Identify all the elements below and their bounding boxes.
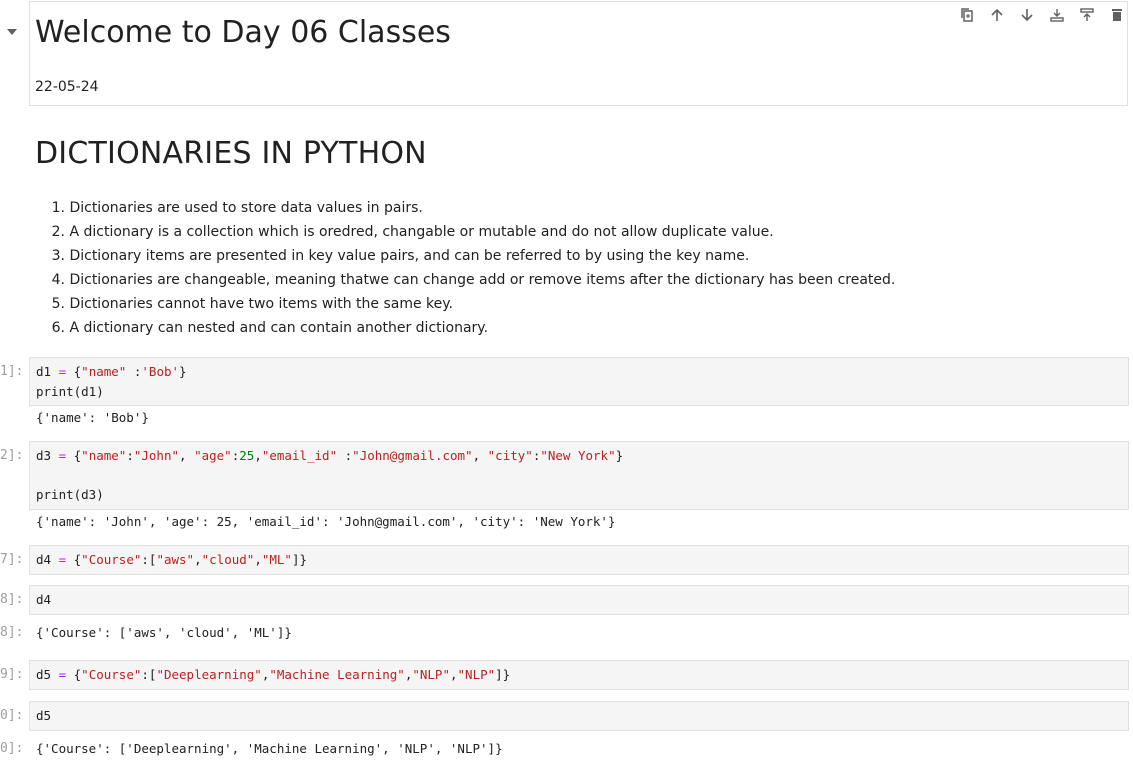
notebook-title: Welcome to Day 06 Classes	[35, 15, 451, 50]
list-item-number: 1.	[51, 200, 65, 216]
list-item-text: A dictionary is a collection which is or…	[65, 224, 774, 240]
code-cell-input[interactable]	[29, 701, 1129, 731]
section-heading: DICTIONARIES IN PYTHON	[35, 136, 427, 171]
code-cell-input[interactable]	[29, 585, 1129, 615]
cell-output: {'name': 'Bob'}	[36, 410, 149, 425]
input-prompt: 1]:	[0, 364, 24, 379]
list-item-number: 6.	[51, 320, 65, 336]
list-item-text: Dictionaries are used to store data valu…	[65, 200, 423, 216]
input-prompt: 9]:	[0, 667, 24, 682]
date-text: 22-05-24	[35, 79, 99, 95]
list-item-number: 2.	[51, 224, 65, 240]
list-item-number: 3.	[51, 248, 65, 264]
list-item-text: A dictionary can nested and can contain …	[65, 320, 489, 336]
notebook: Welcome to Day 06 Classes 22-05-24 DICTI…	[0, 0, 1133, 772]
cell-output: {'Course': ['aws', 'cloud', 'ML']}	[36, 625, 292, 640]
code-text[interactable]: d3 = {"name":"John", "age":25,"email_id"…	[36, 446, 623, 505]
list-item: 3. Dictionary items are presented in key…	[35, 244, 895, 268]
move-up-icon[interactable]	[987, 5, 1007, 25]
code-text[interactable]: d1 = {"name" :'Bob'} print(d1)	[36, 362, 187, 401]
list-item: 1. Dictionaries are used to store data v…	[35, 196, 895, 220]
duplicate-icon[interactable]	[957, 5, 977, 25]
list-item: 6. A dictionary can nested and can conta…	[35, 316, 895, 340]
list-item-number: 5.	[51, 296, 65, 312]
input-prompt: 8]:	[0, 592, 24, 607]
move-down-icon[interactable]	[1017, 5, 1037, 25]
list-item: 4. Dictionaries are changeable, meaning …	[35, 268, 896, 292]
list-item-text: Dictionary items are presented in key va…	[65, 248, 750, 264]
cell-output: {'Course': ['Deeplearning', 'Machine Lea…	[36, 741, 503, 756]
code-text[interactable]: d4 = {"Course":["aws","cloud","ML"]}	[36, 550, 307, 570]
code-text[interactable]: d5 = {"Course":["Deeplearning","Machine …	[36, 665, 510, 685]
delete-icon[interactable]	[1107, 5, 1127, 25]
list-item: 5. Dictionaries cannot have two items wi…	[35, 292, 895, 316]
code-cell-input[interactable]	[29, 357, 1129, 406]
collapse-cell-icon[interactable]	[7, 29, 17, 35]
input-prompt: 0]:	[0, 708, 24, 723]
insert-below-icon[interactable]	[1077, 5, 1097, 25]
code-text[interactable]: d5	[36, 706, 51, 726]
input-prompt: 7]:	[0, 552, 24, 567]
list-item-text: Dictionaries cannot have two items with …	[65, 296, 453, 312]
output-prompt: 0]:	[0, 741, 24, 756]
list-item-number: 4.	[51, 272, 65, 288]
list-item: 2. A dictionary is a collection which is…	[35, 220, 895, 244]
code-text[interactable]: d4	[36, 590, 51, 610]
list-item-text: Dictionaries are changeable, meaning tha…	[65, 272, 896, 288]
output-prompt: 8]:	[0, 625, 24, 640]
points-list: 1. Dictionaries are used to store data v…	[35, 196, 896, 340]
input-prompt: 2]:	[0, 448, 24, 463]
cell-output: {'name': 'John', 'age': 25, 'email_id': …	[36, 514, 616, 529]
insert-above-icon[interactable]	[1047, 5, 1067, 25]
